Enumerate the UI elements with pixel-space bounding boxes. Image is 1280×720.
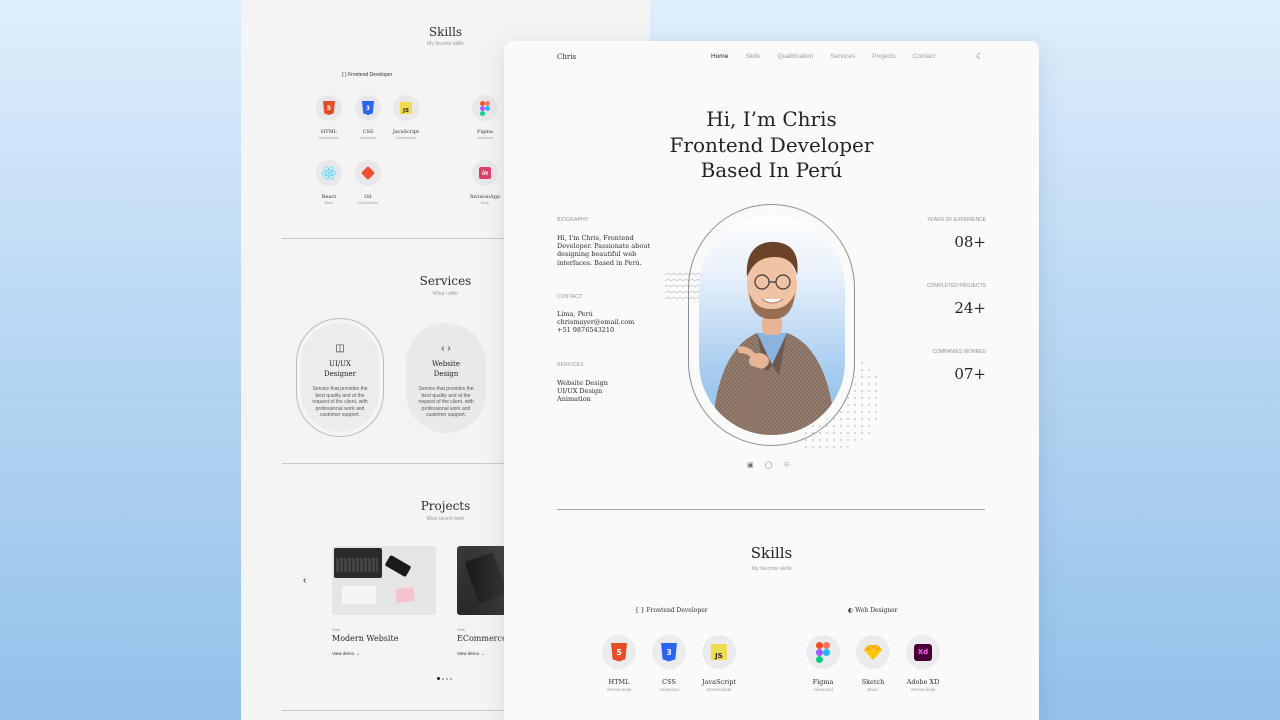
view-demo-link[interactable]: View demo → — [332, 651, 436, 656]
contact-text: Lima, Perú chrismayer@email.com +51 9876… — [557, 310, 635, 335]
frontend-heading: { } Frontend Developer — [342, 72, 393, 78]
service-card-uiux[interactable]: ◫ UI/UX Designer Service that provides th… — [297, 319, 383, 436]
person-illustration — [713, 241, 835, 435]
carousel-prev-arrow-icon[interactable]: ‹ — [303, 575, 306, 586]
section-divider — [557, 509, 985, 510]
stat-label-years: YEARS OF EXPERIENCE — [927, 217, 986, 223]
adobe-xd-icon: Xd — [914, 643, 932, 661]
contact-label: CONTACT — [557, 294, 583, 300]
stat-label-companies: COMPANIES WORKED — [932, 349, 986, 355]
biography-text: Hi, I'm Chris, Frontend Developer. Passi… — [557, 234, 651, 267]
services-text: Website Design UI/UX Design Animation — [557, 379, 608, 404]
nav-item-contact[interactable]: Contact — [913, 53, 935, 60]
frontend-category-heading: { } Frontend Developer — [635, 607, 708, 614]
skill-html: 5 HTML Intermediate — [594, 635, 644, 692]
nav-item-services[interactable]: Services — [830, 53, 855, 60]
skills-section-subtitle: My favorite skills — [751, 566, 792, 572]
skill-javascript: JS JavaScript Intermediate — [384, 95, 428, 140]
stat-value-companies: 07+ — [954, 365, 986, 383]
stat-value-years: 08+ — [954, 233, 986, 251]
service-card-website[interactable]: ‹ › Website Design Service that provides … — [406, 323, 486, 433]
javascript-icon: JS — [400, 102, 412, 114]
skill-git: Git Intermediate — [346, 160, 390, 205]
html5-icon: 5 — [611, 642, 627, 662]
stat-value-projects: 24+ — [954, 299, 986, 317]
skills-section-title: Skills — [750, 544, 793, 562]
nav-item-skills[interactable]: Skills — [745, 53, 760, 60]
skill-react: React Basic — [307, 160, 351, 205]
stat-label-projects: COMPLETED PROJECTS — [926, 283, 986, 289]
linkedin-icon[interactable]: ▣ — [747, 461, 754, 469]
sketch-icon — [864, 644, 882, 660]
project-card-modern-website[interactable]: Web Modern Website View demo → — [332, 546, 436, 656]
git-icon — [360, 165, 376, 181]
skill-figma: Figma Advanced — [798, 635, 848, 692]
skill-html: 5 HTML Intermediate — [307, 95, 351, 140]
palette-icon: ◐ — [848, 607, 854, 614]
arrow-right-icon: → — [480, 651, 485, 656]
skill-figma: Figma Advanced — [463, 95, 507, 140]
skill-adobe-xd: Xd Adobe XD Intermediate — [898, 635, 948, 692]
biography-label: BIOGRAPHY — [557, 217, 589, 223]
skill-css: 3 CSS Advanced — [644, 635, 694, 692]
dribbble-icon[interactable]: ☉ — [783, 461, 789, 469]
arrow-right-icon: → — [355, 651, 360, 656]
skills-section-title: Skills — [428, 25, 463, 39]
invision-icon: in — [479, 167, 491, 179]
css3-icon: 3 — [661, 642, 677, 662]
code-braces-icon: { } — [342, 72, 347, 78]
nav-item-home[interactable]: Home — [711, 53, 728, 60]
services-label: SERVICES — [557, 362, 584, 368]
code-braces-icon: { } — [635, 607, 645, 614]
designer-category-heading: ◐ Web Designer — [848, 607, 898, 614]
figma-icon — [480, 100, 490, 116]
skill-javascript: JS JavaScript Intermediate — [694, 635, 744, 692]
site-logo[interactable]: Chris — [557, 53, 576, 61]
dark-mode-moon-icon[interactable]: ☾ — [976, 52, 983, 61]
project-thumbnail — [332, 546, 436, 615]
figma-icon — [816, 641, 830, 663]
layout-icon: ◫ — [335, 343, 345, 354]
nav-item-qualification[interactable]: Qualification — [778, 53, 814, 60]
javascript-icon: JS — [711, 644, 727, 660]
nav-item-projects[interactable]: Projects — [872, 53, 895, 60]
code-icon: ‹ › — [441, 343, 451, 354]
skill-invision: in InvisionApp Basic — [463, 160, 507, 205]
main-page-preview: Chris Home Skills Qualification Services… — [504, 41, 1039, 720]
main-nav: Home Skills Qualification Services Proje… — [711, 53, 952, 60]
profile-photo — [699, 215, 845, 435]
css3-icon: 3 — [362, 101, 374, 115]
react-icon — [321, 166, 337, 180]
skill-sketch: Sketch Basic — [848, 635, 898, 692]
carousel-pagination[interactable] — [437, 677, 452, 680]
social-links: ▣ ◯ ☉ — [747, 461, 790, 469]
github-icon[interactable]: ◯ — [765, 461, 773, 469]
html5-icon: 5 — [323, 101, 335, 115]
hero-title: Hi, I’m Chris Frontend Developer Based I… — [669, 107, 874, 182]
